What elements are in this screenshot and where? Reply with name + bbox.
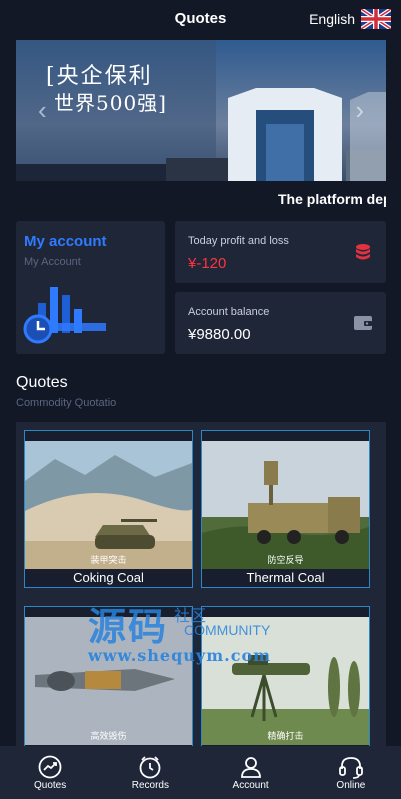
- account-balance-label: Account balance: [188, 306, 270, 318]
- commodity-caption: 装甲突击: [90, 555, 127, 565]
- tab-account[interactable]: Account: [201, 746, 301, 799]
- commodity-grid: 装甲突击 Coking Coal 防空反导 Thermal Coal 高效毁伤: [16, 422, 386, 746]
- commodity-caption: 精确打击: [267, 731, 304, 741]
- commodity-card-4[interactable]: 精确打击: [201, 606, 370, 746]
- my-account-title: My account: [24, 233, 107, 250]
- commodity-card-3[interactable]: 高效毁伤: [24, 606, 193, 746]
- commodity-caption: 高效毁伤: [90, 731, 127, 741]
- my-account-card[interactable]: My account My Account: [16, 221, 165, 354]
- top-bar: Quotes English: [0, 0, 401, 38]
- clock-icon: [139, 756, 161, 779]
- headset-icon: [338, 757, 363, 779]
- promo-banner[interactable]: [央企保利 世界500强] ‹ ›: [16, 40, 386, 181]
- uk-flag-icon: [361, 9, 391, 29]
- notice-text: The platform depo: [278, 191, 386, 207]
- radar-truck-image: [202, 441, 369, 569]
- my-account-subtitle: My Account: [24, 256, 81, 268]
- today-profit-value: ¥-120: [188, 255, 227, 272]
- language-switch[interactable]: English: [309, 9, 391, 29]
- coins-icon: [356, 244, 370, 260]
- trend-chart-icon: [38, 755, 62, 779]
- tab-label: Records: [131, 780, 169, 791]
- commodity-caption: 防空反导: [267, 555, 304, 565]
- bar-chart-clock-icon: [23, 287, 106, 344]
- commodity-card-thermal-coal[interactable]: 防空反导 Thermal Coal: [201, 430, 370, 588]
- tab-records[interactable]: Records: [100, 746, 200, 799]
- account-balance-card[interactable]: Account balance ¥9880.00: [175, 292, 386, 354]
- tab-label: Account: [232, 780, 269, 791]
- missile-launcher-image: [202, 617, 369, 745]
- banner-headline-2: 世界500强]: [54, 91, 167, 115]
- shell-image: [25, 617, 192, 745]
- quotes-section-subtitle: Commodity Quotatio: [16, 397, 117, 409]
- bottom-tab-bar: Quotes Records Account Online: [0, 746, 401, 799]
- chevron-left-icon[interactable]: ‹: [38, 95, 47, 126]
- commodity-card-coking-coal[interactable]: 装甲突击 Coking Coal: [24, 430, 193, 588]
- commodity-name: Thermal Coal: [246, 570, 325, 585]
- banner-headline-1: [央企保利: [46, 64, 153, 89]
- language-label: English: [309, 11, 355, 27]
- account-balance-value: ¥9880.00: [188, 326, 251, 343]
- wallet-icon: [354, 316, 372, 330]
- today-profit-card[interactable]: Today profit and loss ¥-120: [175, 221, 386, 283]
- tab-label: Quotes: [34, 780, 67, 791]
- tank-image: [25, 441, 192, 569]
- tab-label: Online: [336, 780, 366, 791]
- quotes-section-title: Quotes: [16, 374, 68, 391]
- commodity-name: Coking Coal: [73, 570, 144, 585]
- chevron-right-icon[interactable]: ›: [355, 95, 364, 126]
- tab-online[interactable]: Online: [301, 746, 401, 799]
- user-icon: [240, 757, 261, 778]
- today-profit-label: Today profit and loss: [188, 235, 289, 247]
- tab-quotes[interactable]: Quotes: [0, 746, 100, 799]
- notice-marquee: The platform depo: [16, 190, 386, 210]
